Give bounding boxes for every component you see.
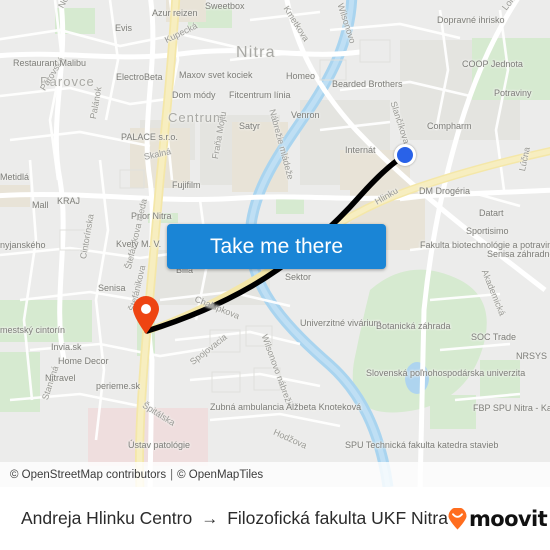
moovit-logo[interactable]: moovit <box>448 506 548 531</box>
route-arrow-icon: → <box>201 508 219 528</box>
map-attribution: © OpenStreetMap contributors | © OpenMap… <box>0 462 550 487</box>
destination-dot[interactable] <box>394 144 416 166</box>
moovit-map-screen: NitraCentrumPárovce NováPárovskáPalánokK… <box>0 0 550 550</box>
attribution-separator: | <box>170 468 174 481</box>
moovit-pin-icon <box>448 507 467 529</box>
take-me-there-button[interactable]: Take me there <box>167 224 386 269</box>
bottom-bar: Andreja Hlinku Centro → Filozofická faku… <box>0 487 550 550</box>
route-origin-label: Andreja Hlinku Centro <box>21 508 193 528</box>
attribution-openmaptiles[interactable]: © OpenMapTiles <box>177 469 263 481</box>
map-canvas[interactable]: NitraCentrumPárovce NováPárovskáPalánokK… <box>0 0 550 487</box>
route-destination-label: Filozofická fakulta UKF Nitra <box>227 508 448 528</box>
attribution-osm[interactable]: © OpenStreetMap contributors <box>10 469 166 481</box>
moovit-wordmark: moovit <box>468 506 548 531</box>
route-title: Andreja Hlinku Centro → Filozofická faku… <box>21 508 448 529</box>
